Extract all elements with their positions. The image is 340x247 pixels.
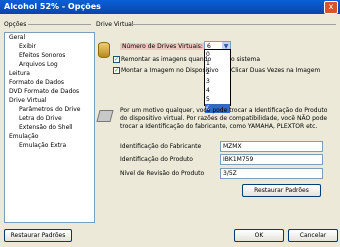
tree-item-emulacao[interactable]: Emulação [9,133,38,140]
options-tree[interactable]: Geral Exibir Efeitos Sonoros Arquivos Lo… [4,32,95,223]
tree-item-drive-virtual[interactable]: Drive Virtual [9,97,47,104]
mount-label-suffix: Clicar Duas Vezes na Imagem [231,67,321,74]
tree-item-leitura[interactable]: Leitura [9,70,30,77]
restore-defaults-button[interactable]: Restaurar Padrões [242,184,321,197]
close-icon[interactable]: x [324,1,338,14]
manufacturer-label: Identificação do Fabricante [120,143,202,150]
tree-item-efeitos-sonoros[interactable]: Efeitos Sonoros [19,52,65,59]
window-title: Alcohol 52% - Opções [4,2,101,11]
num-drives-label: Número de Drives Virtuais: [120,43,205,50]
section-header: Drive Virtual [96,21,134,28]
remount-label-suffix: o sistema [231,56,261,63]
tree-item-parametros[interactable]: Parâmetros do Drive [19,106,80,113]
tree-item-extensao[interactable]: Extensão do Shell [19,124,73,131]
options-header: Opções [4,21,27,28]
tree-item-emulacao-extra[interactable]: Emulação Extra [19,142,66,149]
options-window: Alcohol 52% - Opções x Opções Geral Exib… [0,0,340,247]
left-divider [28,24,91,25]
drives-option-3[interactable]: 3 [205,77,230,86]
remount-label: Remontar as imagens quando [121,56,212,63]
tree-item-arquivos-log[interactable]: Arquivos Log [19,61,58,68]
revision-label: Nível de Revisão do Produto [120,170,205,177]
tree-item-formato-dados[interactable]: Formato de Dados [9,79,64,86]
product-field[interactable]: IBK1M759 [220,154,323,165]
info-text: Por um motivo qualquer, você pode trocar… [120,107,328,130]
tree-item-geral[interactable]: Geral [9,34,25,41]
cancel-button[interactable]: Cancelar [288,229,338,242]
right-divider [132,24,336,25]
tree-item-dvd-formato[interactable]: DVD Formato de Dados [9,88,79,95]
drives-option-4[interactable]: 4 [205,86,230,95]
footer-restore-button[interactable]: Restaurar Padrões [4,229,72,242]
tree-item-exibir[interactable]: Exibir [19,43,36,50]
drives-option-5[interactable]: 5 [205,95,230,104]
mount-label: Montar a Imagem no Dispositivo [121,67,219,74]
mount-checkbox[interactable]: ✓ [113,67,120,74]
tree-item-letra[interactable]: Letra do Drive [19,115,62,122]
ok-button[interactable]: OK [234,229,284,242]
title-bar: Alcohol 52% - Opções x [0,0,340,14]
drive-icon [98,42,110,58]
product-label: Identificação do Produto [120,156,193,163]
device-icon [96,110,114,122]
revision-field[interactable]: 3/5Z [220,168,323,179]
manufacturer-field[interactable]: MZMX [220,141,323,152]
remount-checkbox[interactable]: ✓ [113,56,120,63]
